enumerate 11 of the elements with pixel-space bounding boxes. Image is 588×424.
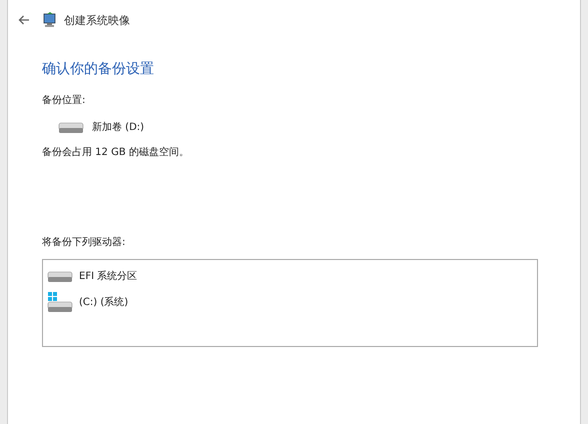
space-note: 备份会占用 12 GB 的磁盘空间。 [42, 146, 190, 159]
window-title: 创建系统映像 [64, 12, 130, 28]
drive-icon [47, 292, 73, 312]
page-heading: 确认你的备份设置 [42, 60, 155, 78]
back-button[interactable] [16, 13, 32, 27]
backup-location-label: 备份位置: [42, 94, 86, 107]
drive-name: (C:) (系统) [79, 296, 128, 309]
drive-name: EFI 系统分区 [79, 270, 138, 283]
computer-icon [42, 12, 58, 28]
drive-name: 新加卷 (D:) [92, 120, 144, 134]
drives-label: 将备份下列驱动器: [42, 236, 126, 249]
